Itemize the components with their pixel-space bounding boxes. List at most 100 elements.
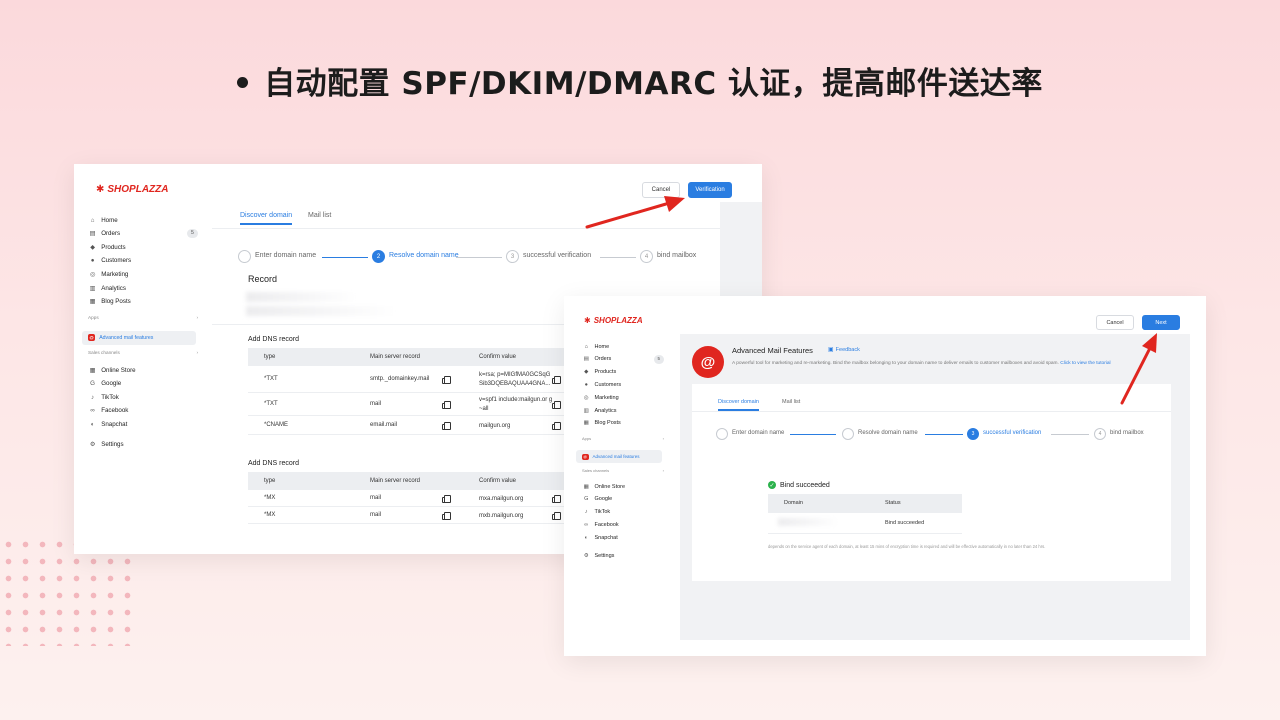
sidebar-item-snapchat[interactable]: ◐ Snapchat: [88, 418, 198, 430]
column-domain: Domain: [784, 500, 803, 506]
sales-channels-section[interactable]: Sales channels ›: [582, 468, 664, 473]
sidebar-item-label: Google: [594, 496, 613, 503]
sidebar-item-advanced-mail-features[interactable]: @ Advanced mail features: [576, 450, 662, 464]
column-header: Confirm value: [479, 477, 517, 484]
sidebar-item-label: Orders: [101, 230, 121, 238]
sidebar-item-label: Settings: [101, 440, 124, 448]
apps-label: Apps: [88, 315, 99, 321]
logo-text: SHOPLAZZA: [107, 184, 169, 195]
main-content: @ Advanced Mail Features ▣ Feedback A pow…: [680, 334, 1190, 640]
sidebar-item-orders[interactable]: ▤ Orders 5: [88, 228, 198, 240]
sidebar-item-customers[interactable]: ● Customers: [582, 379, 664, 390]
sidebar-item-settings[interactable]: ⚙ Settings: [88, 438, 198, 450]
home-icon: ⌂: [584, 343, 588, 350]
sidebar-item-analytics[interactable]: ▥ Analytics: [88, 282, 198, 294]
type-cell: *MX: [264, 511, 276, 518]
table-row: *MX mail mxa.mailgun.org: [248, 490, 566, 507]
blurred-record: [246, 306, 396, 316]
sidebar-item-products[interactable]: ◆ Products: [582, 367, 664, 378]
tab-divider: [692, 411, 1171, 412]
copy-icon[interactable]: [442, 494, 451, 503]
bind-note: depends on the service agent of each dom…: [768, 544, 1046, 549]
copy-icon[interactable]: [552, 511, 561, 520]
cancel-button[interactable]: Cancel: [642, 182, 680, 198]
copy-icon[interactable]: [442, 511, 451, 520]
sidebar-item-label: Blog Posts: [594, 420, 621, 427]
snapchat-icon: ◐: [90, 420, 95, 428]
confirm-value-cell: v=spf1 include:mailgun.or g ~all: [479, 396, 553, 412]
copy-icon[interactable]: [552, 494, 561, 503]
copy-icon[interactable]: [552, 400, 561, 409]
sidebar-item-google[interactable]: G Google: [582, 494, 664, 505]
sales-channels-section[interactable]: Sales channels ›: [88, 350, 198, 355]
apps-section[interactable]: Apps ›: [88, 315, 198, 320]
column-status: Status: [885, 500, 901, 506]
step-3-label: successful verification: [523, 252, 592, 259]
copy-icon[interactable]: [442, 400, 451, 409]
sidebar-item-label: TikTok: [101, 393, 119, 401]
sidebar-item-orders[interactable]: ▤ Orders 5: [582, 354, 664, 365]
confirm-value-cell: mailgun.org: [479, 422, 511, 429]
verification-button[interactable]: Verification: [688, 182, 732, 198]
sidebar-item-products[interactable]: ◆ Products: [88, 241, 198, 253]
chevron-right-icon: ›: [662, 468, 664, 474]
headline-text: 自动配置 SPF/DKIM/DMARC 认证，提高邮件送达率: [264, 66, 1043, 102]
main-record-cell: mail: [370, 511, 382, 518]
google-icon: G: [584, 496, 589, 503]
sidebar-item-google[interactable]: G Google: [88, 378, 198, 390]
store-icon: ▦: [583, 483, 589, 490]
tab-discover-domain[interactable]: Discover domain: [718, 399, 759, 411]
cancel-button[interactable]: Cancel: [1096, 315, 1134, 330]
tab-mail-list[interactable]: Mail list: [308, 212, 331, 219]
sidebar-item-tiktok[interactable]: ♪ TikTok: [88, 391, 198, 403]
sidebar-item-snapchat[interactable]: ◐ Snapchat: [582, 532, 664, 543]
sidebar-item-advanced-mail-features[interactable]: @ Advanced mail features: [82, 330, 196, 345]
blurred-domain: [778, 518, 838, 526]
sidebar-item-home[interactable]: ⌂ Home: [88, 214, 198, 226]
copy-icon[interactable]: [552, 421, 561, 430]
copy-icon[interactable]: [442, 375, 451, 384]
sidebar-item-home[interactable]: ⌂ Home: [582, 341, 664, 352]
sidebar-item-label: Google: [101, 380, 122, 388]
user-icon: ●: [90, 257, 95, 265]
sidebar-item-facebook[interactable]: ∞ Facebook: [582, 519, 664, 530]
sidebar-item-facebook[interactable]: ∞ Facebook: [88, 405, 198, 417]
sidebar-item-customers[interactable]: ● Customers: [88, 255, 198, 267]
app-item-label: Advanced mail features: [592, 454, 640, 460]
bind-success-title: ✓ Bind succeeded: [768, 481, 830, 489]
sidebar-item-settings[interactable]: ⚙ Settings: [582, 550, 664, 561]
copy-icon[interactable]: [552, 375, 561, 384]
type-cell: *TXT: [264, 400, 278, 407]
sidebar-item-analytics[interactable]: ▥ Analytics: [582, 405, 664, 416]
tab-mail-list[interactable]: Mail list: [782, 399, 800, 405]
sidebar-item-label: Online Store: [594, 483, 626, 490]
sidebar-item-blog-posts[interactable]: ▦ Blog Posts: [88, 296, 198, 308]
tab-discover-domain[interactable]: Discover domain: [240, 212, 293, 225]
description-text: A powerful tool for marketing and re-mar…: [732, 361, 1059, 366]
sidebar-item-label: Products: [101, 243, 126, 251]
sidebar-item-blog-posts[interactable]: ▦ Blog Posts: [582, 418, 664, 429]
step-connector: [925, 434, 963, 435]
feedback-label: Feedback: [835, 346, 860, 353]
sidebar-item-label: Home: [594, 343, 610, 350]
dns-table-title: Add DNS record: [248, 460, 299, 467]
feedback-link[interactable]: ▣ Feedback: [828, 346, 860, 354]
sidebar-item-tiktok[interactable]: ♪ TikTok: [582, 507, 664, 518]
step-3-circle: 3: [967, 428, 979, 440]
home-icon: ⌂: [90, 216, 95, 224]
sidebar-item-marketing[interactable]: ◎ Marketing: [582, 392, 664, 403]
sidebar-item-online-store[interactable]: ▦ Online Store: [88, 364, 198, 376]
tutorial-link[interactable]: Click to view the tutorial: [1060, 361, 1110, 366]
next-button[interactable]: Next: [1142, 315, 1180, 330]
apps-section[interactable]: Apps ›: [582, 436, 664, 441]
facebook-icon: ∞: [584, 521, 589, 528]
app-description: A powerful tool for marketing and re-mar…: [732, 360, 1168, 368]
chevron-right-icon: ›: [662, 435, 664, 441]
sidebar-item-marketing[interactable]: ◎ Marketing: [88, 268, 198, 280]
sidebar-item-online-store[interactable]: ▦ Online Store: [582, 481, 664, 492]
sales-channels-label: Sales channels: [582, 468, 610, 474]
copy-icon[interactable]: [442, 421, 451, 430]
shoplazza-logo: ✱ SHOPLAZZA: [584, 316, 643, 325]
column-header: Main server record: [370, 477, 421, 484]
step-3-circle: 3: [506, 250, 519, 263]
